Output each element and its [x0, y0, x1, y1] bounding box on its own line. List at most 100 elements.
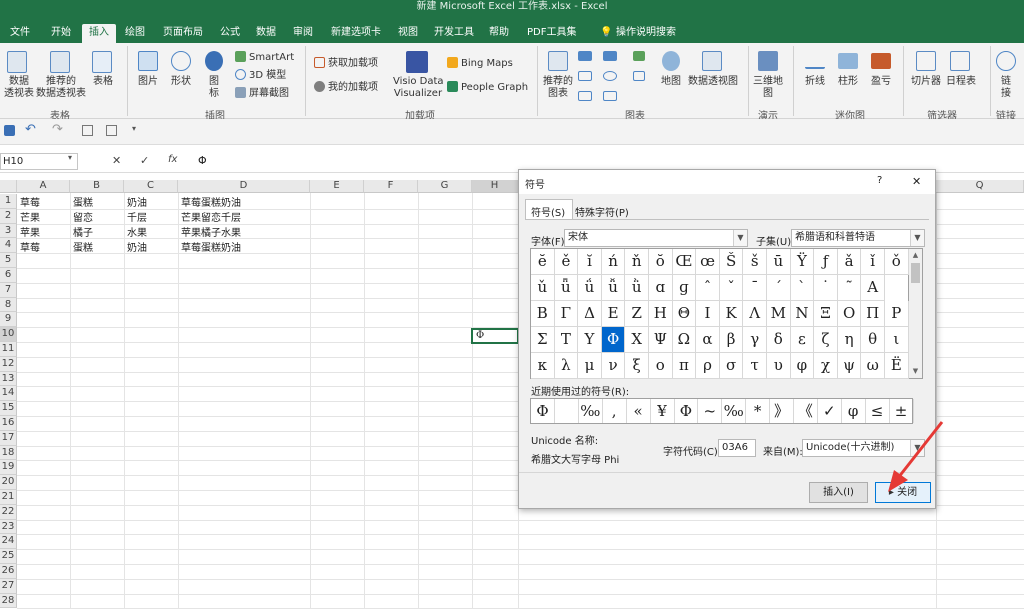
symbol-cell[interactable]: ο [649, 353, 673, 379]
cell[interactable]: 芒果留恋千层 [178, 209, 310, 224]
symbol-cell[interactable]: ɡ [672, 275, 697, 301]
recommended-pivot-button[interactable]: 推荐的 数据透视表 [36, 76, 86, 100]
row-header[interactable]: 4 [0, 238, 17, 254]
row-header[interactable]: 9 [0, 312, 17, 328]
symbol-cell[interactable]: Τ [554, 327, 579, 353]
cell[interactable]: 留恋 [70, 209, 124, 224]
symbol-cell[interactable]: ǎ [837, 249, 862, 275]
timeline-button[interactable]: 日程表 [943, 76, 979, 88]
symbol-cell[interactable]: υ [767, 353, 791, 379]
recent-symbol[interactable]: 《 [794, 399, 818, 423]
row-header[interactable]: 24 [0, 534, 17, 550]
symbol-cell[interactable]: ě [554, 249, 579, 275]
symbol-cell[interactable]: ε [790, 327, 815, 353]
row-header[interactable]: 20 [0, 475, 17, 490]
symbol-cell[interactable]: ρ [696, 353, 720, 379]
tab-page-layout[interactable]: 页面布局 [161, 24, 205, 43]
symbol-cell[interactable]: Ξ [814, 301, 838, 327]
symbol-cell[interactable]: Υ [578, 327, 602, 353]
name-box[interactable]: H10 [0, 153, 78, 170]
row-header[interactable]: 16 [0, 416, 17, 431]
symbol-cell[interactable]: ń [601, 249, 626, 275]
symbol-cell[interactable]: η [837, 327, 862, 353]
row-header[interactable]: 10 [0, 327, 17, 342]
cell[interactable]: 芒果 [17, 209, 70, 224]
slicer-button[interactable]: 切片器 [908, 76, 944, 88]
active-cell[interactable]: Φ [471, 328, 519, 344]
symbol-cell[interactable]: ˊ [767, 275, 791, 301]
tab-view[interactable]: 视图 [396, 24, 420, 43]
tab-formulas[interactable]: 公式 [218, 24, 242, 43]
column-header[interactable]: B [70, 180, 124, 193]
symbol-cell[interactable]: Κ [719, 301, 744, 327]
row-header[interactable]: 2 [0, 208, 17, 224]
column-header[interactable]: Q [936, 180, 1024, 193]
row-header[interactable]: 13 [0, 371, 17, 387]
symbol-cell[interactable]: š [743, 249, 767, 275]
cell[interactable]: 苹果 [17, 224, 70, 239]
symbol-cell[interactable]: δ [767, 327, 791, 353]
symbol-cell[interactable]: ξ [625, 353, 649, 379]
column-header[interactable]: F [364, 180, 418, 193]
picture-button[interactable]: 图片 [132, 76, 164, 88]
symbol-cell[interactable]: ƒ [814, 249, 838, 275]
3d-map-button[interactable]: 三维地 图 [750, 76, 786, 100]
cell[interactable]: 蛋糕 [70, 194, 124, 209]
row-header[interactable]: 22 [0, 504, 17, 520]
symbol-cell[interactable]: π [672, 353, 697, 379]
pivot-table-button[interactable]: 数据 透视表 [2, 76, 36, 100]
symbol-cell[interactable]: ǔ [531, 275, 555, 301]
symbol-cell[interactable]: Ω [672, 327, 697, 353]
row-header[interactable]: 25 [0, 549, 17, 564]
symbol-cell[interactable]: Ο [837, 301, 862, 327]
row-header[interactable]: 8 [0, 297, 17, 313]
row-header[interactable]: 3 [0, 223, 17, 239]
cell[interactable]: 橘子 [70, 224, 124, 239]
screenshot-button[interactable]: 屏幕截图 [235, 87, 289, 100]
symbol-cell[interactable]: Ψ [649, 327, 673, 353]
tab-special-chars[interactable]: 特殊字符(P) [575, 201, 635, 219]
sparkline-column-button[interactable]: 柱形 [833, 76, 863, 88]
map-chart-button[interactable]: 地图 [656, 76, 686, 88]
get-addins-button[interactable]: 获取加载项 [314, 57, 378, 70]
row-header[interactable]: 26 [0, 564, 17, 579]
row-header[interactable]: 27 [0, 578, 17, 594]
redo-icon[interactable]: ↷ [52, 122, 63, 137]
smartart-button[interactable]: SmartArt [235, 51, 294, 64]
cell[interactable]: 苹果橘子水果 [178, 224, 310, 239]
row-header[interactable]: 21 [0, 490, 17, 505]
table-button[interactable]: 表格 [88, 76, 118, 88]
symbol-cell[interactable]: Ё [885, 353, 909, 379]
row-header[interactable]: 6 [0, 268, 17, 283]
tab-file[interactable]: 文件 [8, 24, 32, 43]
column-header-active[interactable]: H [472, 180, 518, 193]
formula-input[interactable]: Φ [198, 154, 207, 167]
cancel-icon[interactable]: ✕ [112, 154, 121, 167]
symbol-cell[interactable]: Ι [696, 301, 720, 327]
icons-button[interactable]: 图 标 [205, 76, 223, 100]
symbol-cell[interactable]: Δ [578, 301, 602, 327]
symbol-cell[interactable]: α [696, 327, 720, 353]
symbol-cell[interactable]: Š [719, 249, 744, 275]
tab-draw[interactable]: 绘图 [123, 24, 147, 43]
tell-me-search[interactable]: 操作说明搜索 [614, 24, 678, 43]
scroll-up-icon[interactable]: ▲ [910, 251, 921, 259]
symbol-cell[interactable]: Μ [767, 301, 791, 327]
tab-pdf[interactable]: PDF工具集 [525, 24, 578, 43]
cell[interactable]: 草莓 [17, 239, 70, 254]
symbol-cell[interactable]: σ [719, 353, 744, 379]
symbol-cell[interactable]: Χ [625, 327, 649, 353]
symbol-cell[interactable]: ˇ [719, 275, 744, 301]
symbol-cell[interactable]: λ [554, 353, 579, 379]
symbol-cell[interactable]: θ [861, 327, 885, 353]
recent-symbol[interactable]: ¥ [651, 399, 675, 423]
scroll-down-icon[interactable]: ▼ [910, 367, 921, 375]
recent-symbol[interactable]: ‰ [579, 399, 603, 423]
symbol-cell[interactable]: ǘ [578, 275, 602, 301]
symbol-cell[interactable]: τ [743, 353, 767, 379]
row-header[interactable]: 18 [0, 445, 17, 461]
shapes-button[interactable]: 形状 [165, 76, 197, 88]
symbol-cell[interactable]: Œ [672, 249, 697, 275]
row-header[interactable]: 28 [0, 593, 17, 609]
sparkline-line-button[interactable]: 折线 [800, 76, 830, 88]
